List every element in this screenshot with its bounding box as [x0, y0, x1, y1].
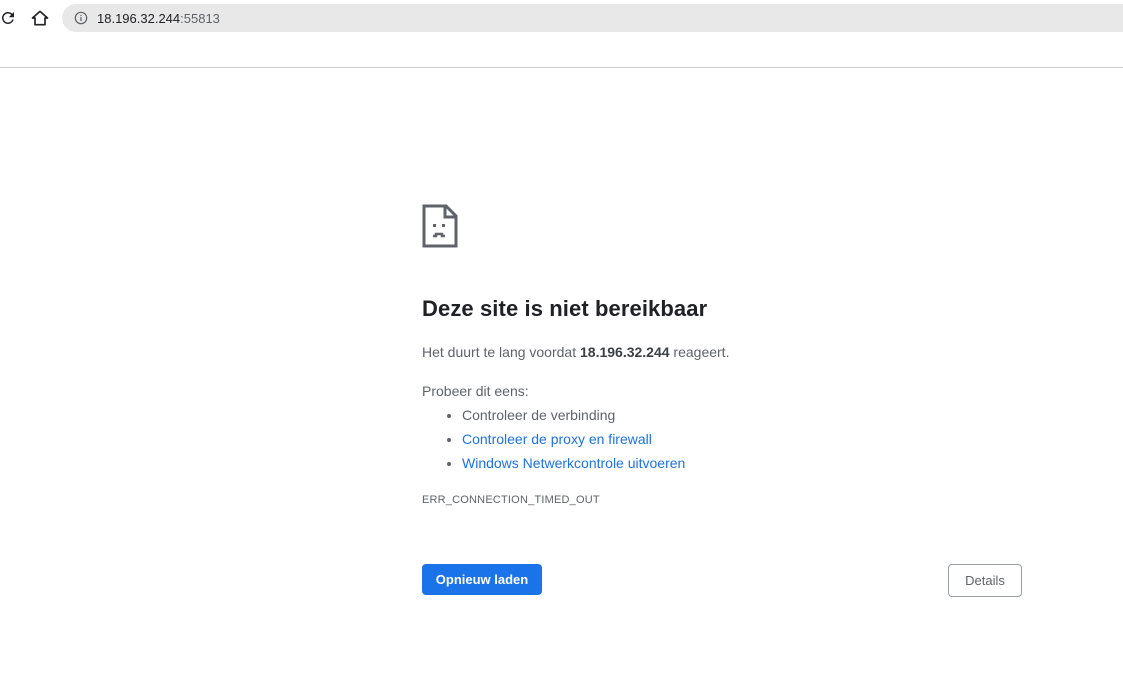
- desc-suffix: reageert.: [669, 344, 730, 360]
- suggestions-intro: Probeer dit eens:: [422, 383, 529, 399]
- sad-page-icon: [422, 204, 458, 248]
- info-icon[interactable]: [73, 10, 89, 26]
- url-host: 18.196.32.244: [97, 10, 181, 26]
- list-item: Controleer de proxy en firewall: [462, 427, 685, 451]
- suggestion-check-proxy-link[interactable]: Controleer de proxy en firewall: [462, 431, 652, 447]
- list-item: Controleer de verbinding: [462, 403, 685, 427]
- desc-host: 18.196.32.244: [580, 344, 670, 360]
- browser-toolbar: 18.196.32.244:55813: [0, 0, 1123, 68]
- suggestion-check-connection: Controleer de verbinding: [462, 407, 616, 423]
- home-icon[interactable]: [28, 6, 52, 30]
- details-button[interactable]: Details: [948, 564, 1022, 597]
- reload-icon[interactable]: [0, 6, 20, 30]
- list-item: Windows Netwerkcontrole uitvoeren: [462, 451, 685, 475]
- address-bar[interactable]: 18.196.32.244:55813: [62, 4, 1123, 32]
- desc-prefix: Het duurt te lang voordat: [422, 344, 580, 360]
- error-code: ERR_CONNECTION_TIMED_OUT: [422, 494, 600, 506]
- suggestions-list: Controleer de verbinding Controleer de p…: [422, 403, 685, 475]
- error-description: Het duurt te lang voordat 18.196.32.244 …: [422, 344, 729, 360]
- url-port: :55813: [180, 10, 220, 26]
- page-title: Deze site is niet bereikbaar: [422, 296, 708, 321]
- reload-button[interactable]: Opnieuw laden: [422, 564, 542, 595]
- error-content: Deze site is niet bereikbaar Het duurt t…: [422, 204, 1022, 597]
- suggestion-network-diagnostics-link[interactable]: Windows Netwerkcontrole uitvoeren: [462, 455, 685, 471]
